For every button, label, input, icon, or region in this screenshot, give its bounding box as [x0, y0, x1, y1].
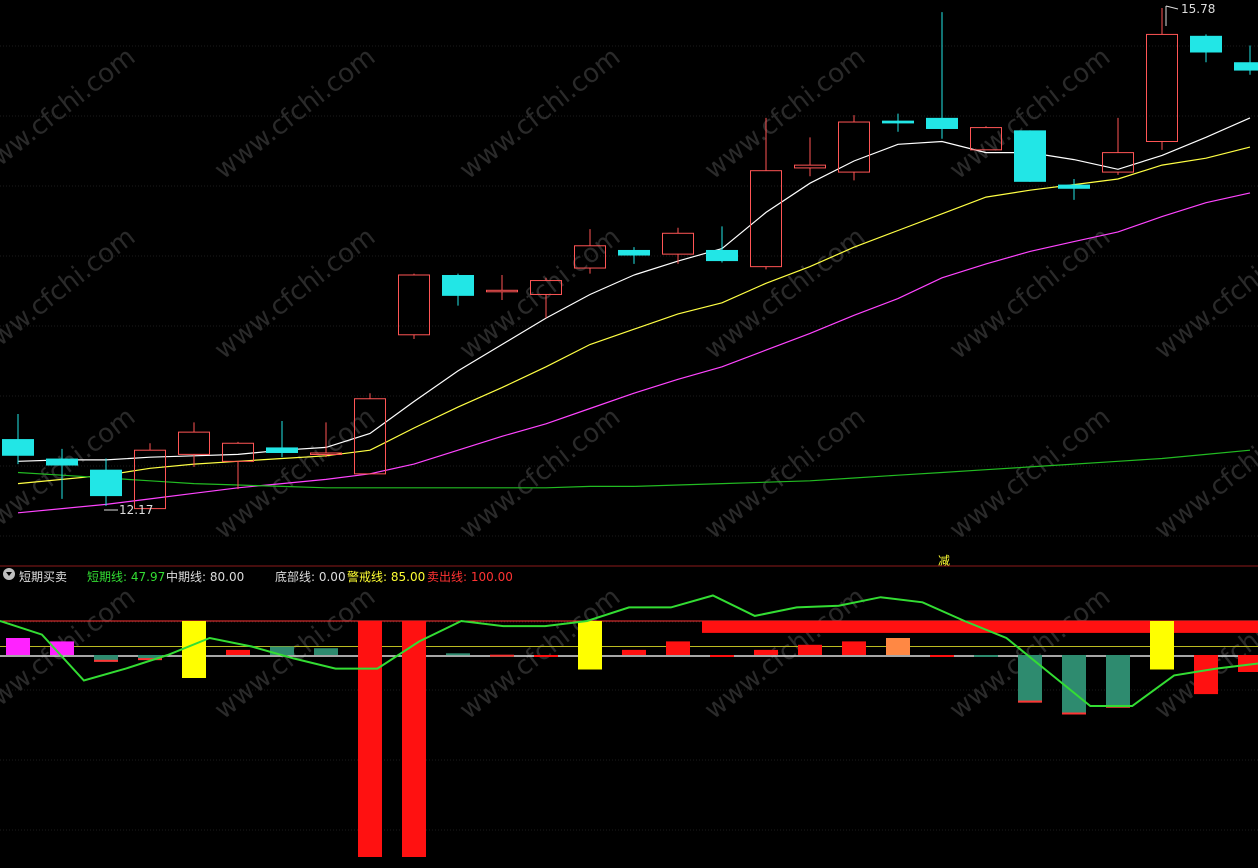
- candle-down: [926, 117, 958, 129]
- watermark-text: www.cfchi.com: [699, 402, 871, 546]
- indicator-title: 短期买卖: [19, 570, 68, 584]
- indicator-bar: [226, 649, 250, 655]
- indicator-bar: [1194, 655, 1218, 695]
- candle-up: [1146, 33, 1178, 142]
- watermark-text: www.cfchi.com: [944, 222, 1116, 366]
- candle-down: [1058, 184, 1090, 189]
- indicator-bar: [1018, 655, 1042, 703]
- indicator-bar: [710, 655, 734, 657]
- collapse-icon[interactable]: [3, 568, 15, 580]
- candle-down: [706, 249, 738, 262]
- candle-up: [838, 121, 870, 173]
- candle-down: [266, 447, 298, 453]
- legend-sell-line: 卖出线: 100.00: [427, 570, 513, 584]
- indicator-legend: 短期买卖 短期线: 47.97 中期线: 80.00 底部线: 0.00 警戒线…: [0, 568, 1258, 586]
- legend-warning-line: 警戒线: 85.00: [347, 570, 426, 584]
- watermark-text: www.cfchi.com: [1149, 402, 1258, 546]
- watermark-text: www.cfchi.com: [209, 42, 381, 186]
- watermark-text: www.cfchi.com: [699, 222, 871, 366]
- watermark-text: www.cfchi.com: [0, 42, 141, 186]
- indicator-bar: [446, 653, 470, 656]
- candle-down: [1234, 62, 1258, 71]
- candle-down: [442, 274, 474, 296]
- indicator-bar: [666, 641, 690, 655]
- candle-down: [882, 120, 914, 124]
- high-price-label: 15.78: [1181, 2, 1215, 16]
- candle-down: [618, 249, 650, 256]
- indicator-bar: [798, 644, 822, 655]
- watermark-text: www.cfchi.com: [454, 402, 626, 546]
- watermark-text: www.cfchi.com: [699, 42, 871, 186]
- indicator-bar: [622, 649, 646, 655]
- indicator-bar: [754, 649, 778, 655]
- indicator-bar: [1150, 621, 1174, 670]
- watermark-text: www.cfchi.com: [0, 222, 141, 366]
- legend-bottom-line: 底部线: 0.00: [275, 570, 346, 584]
- candle-up: [222, 442, 254, 462]
- candle-down: [46, 458, 78, 466]
- candle-down: [2, 439, 34, 456]
- watermark-text: www.cfchi.com: [944, 402, 1116, 546]
- watermark-text: www.cfchi.com: [1149, 222, 1258, 366]
- indicator-bar: [842, 641, 866, 655]
- indicator-bar-edge: [1062, 712, 1086, 715]
- indicator-bar: [358, 621, 382, 857]
- low-price-label: 12.17: [119, 503, 153, 517]
- indicator-bar-edge: [1018, 700, 1042, 703]
- candle-down: [1190, 35, 1222, 53]
- watermark-text: www.cfchi.com: [209, 222, 381, 366]
- indicator-bar-edge: [490, 654, 514, 657]
- indicator-bar: [182, 621, 206, 678]
- indicator-bar: [1106, 655, 1130, 708]
- indicator-bar: [974, 655, 998, 657]
- indicator-bar: [314, 648, 338, 655]
- indicator-bar: [534, 655, 558, 657]
- candle-down: [90, 469, 122, 497]
- candle-up: [486, 289, 518, 293]
- indicator-bar: [402, 621, 426, 857]
- candle-down: [1014, 130, 1046, 182]
- candle-up: [794, 164, 826, 169]
- ma-line-0: [17, 117, 1251, 462]
- candle-up: [662, 232, 694, 255]
- legend-short-line: 短期线: 47.97: [87, 570, 166, 584]
- indicator-bar: [578, 621, 602, 670]
- candle-up: [750, 170, 782, 268]
- high-pointer-arrow: [1165, 5, 1179, 10]
- indicator-bar-edge: [94, 659, 118, 662]
- indicator-bar: [886, 638, 910, 655]
- watermark-text: www.cfchi.com: [944, 582, 1116, 726]
- candle-up: [178, 431, 210, 455]
- legend-mid-line: 中期线: 80.00: [166, 570, 245, 584]
- watermark-text: www.cfchi.com: [454, 42, 626, 186]
- watermark-text: www.cfchi.com: [454, 222, 626, 366]
- indicator-bar: [6, 638, 30, 655]
- chart-stage: www.cfchi.com www.cfchi.com www.cfchi.com w…: [0, 2, 1258, 857]
- indicator-bar: [930, 655, 954, 657]
